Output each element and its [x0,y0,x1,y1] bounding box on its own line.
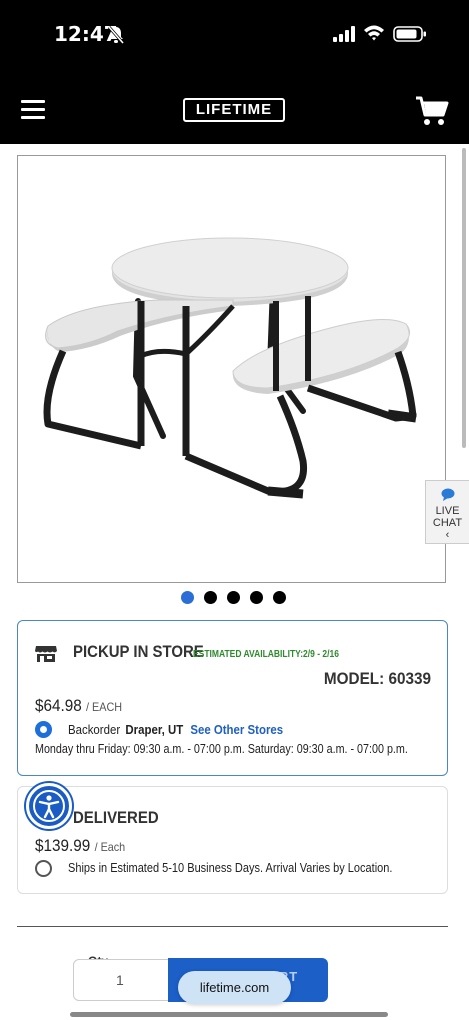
carousel-dot[interactable] [227,591,240,604]
delivery-title: DELIVERED [73,808,159,827]
image-carousel-dots [181,591,296,605]
estimated-availability: ESTIMATED AVAILABILITY:2/9 - 2/16 [193,649,339,660]
pickup-price: $64.98 / EACH [35,696,122,716]
cellular-signal-icon [333,26,355,42]
shopping-cart-icon[interactable] [415,95,449,127]
store-icon [35,646,57,662]
pickup-price-value: $64.98 [35,696,82,715]
browser-url-pill[interactable]: lifetime.com [178,971,291,1004]
live-chat-label-1: LIVE [435,505,460,517]
chat-bubble-icon [441,488,454,501]
delivery-price: $139.99 / Each [35,836,125,856]
model-number: MODEL: 60339 [323,669,431,688]
site-header: LIFETIME [0,76,469,144]
carousel-dot[interactable] [181,591,194,604]
pickup-price-unit: / EACH [86,700,123,714]
menu-icon[interactable] [21,100,45,120]
carousel-dot[interactable] [250,591,263,604]
delivery-price-unit: / Each [94,840,126,854]
chevron-left-icon: ‹ [445,529,450,541]
quantity-input[interactable]: 1 [73,959,173,1001]
wifi-icon [364,25,384,41]
accessibility-button[interactable] [26,783,72,829]
bell-muted-icon [108,26,124,44]
product-image[interactable] [17,155,446,583]
pickup-store-row: Backorder Draper, UT See Other Stores [68,722,283,737]
live-chat-tab[interactable]: LIVE CHAT ‹ [425,480,469,544]
status-bar: 12:47 [0,0,469,76]
store-location: Draper, UT [125,722,184,737]
shipping-estimate: Ships in Estimated 5-10 Business Days. A… [68,861,393,875]
carousel-dot[interactable] [204,591,217,604]
battery-icon [393,26,426,42]
delivery-price-value: $139.99 [35,836,91,855]
home-indicator[interactable] [70,1012,388,1017]
delivery-radio[interactable] [35,860,52,877]
delivery-option[interactable]: DELIVERED $139.99 / Each Ships in Estima… [17,786,448,894]
carousel-dot[interactable] [273,591,286,604]
brand-logo[interactable]: LIFETIME [183,98,285,122]
picnic-table-illustration [43,237,417,499]
section-divider [17,926,448,927]
pickup-in-store-option[interactable]: PICKUP IN STORE ESTIMATED AVAILABILITY:2… [17,620,448,776]
store-hours: Monday thru Friday: 09:30 a.m. - 07:00 p… [35,742,408,756]
live-chat-label-2: CHAT [432,517,463,529]
page-scrollbar[interactable] [462,148,466,448]
pickup-title: PICKUP IN STORE [73,642,204,661]
backorder-status: Backorder [68,722,121,737]
see-other-stores-link[interactable]: See Other Stores [190,722,283,737]
accessibility-icon [33,790,65,822]
pickup-radio[interactable] [35,721,52,738]
